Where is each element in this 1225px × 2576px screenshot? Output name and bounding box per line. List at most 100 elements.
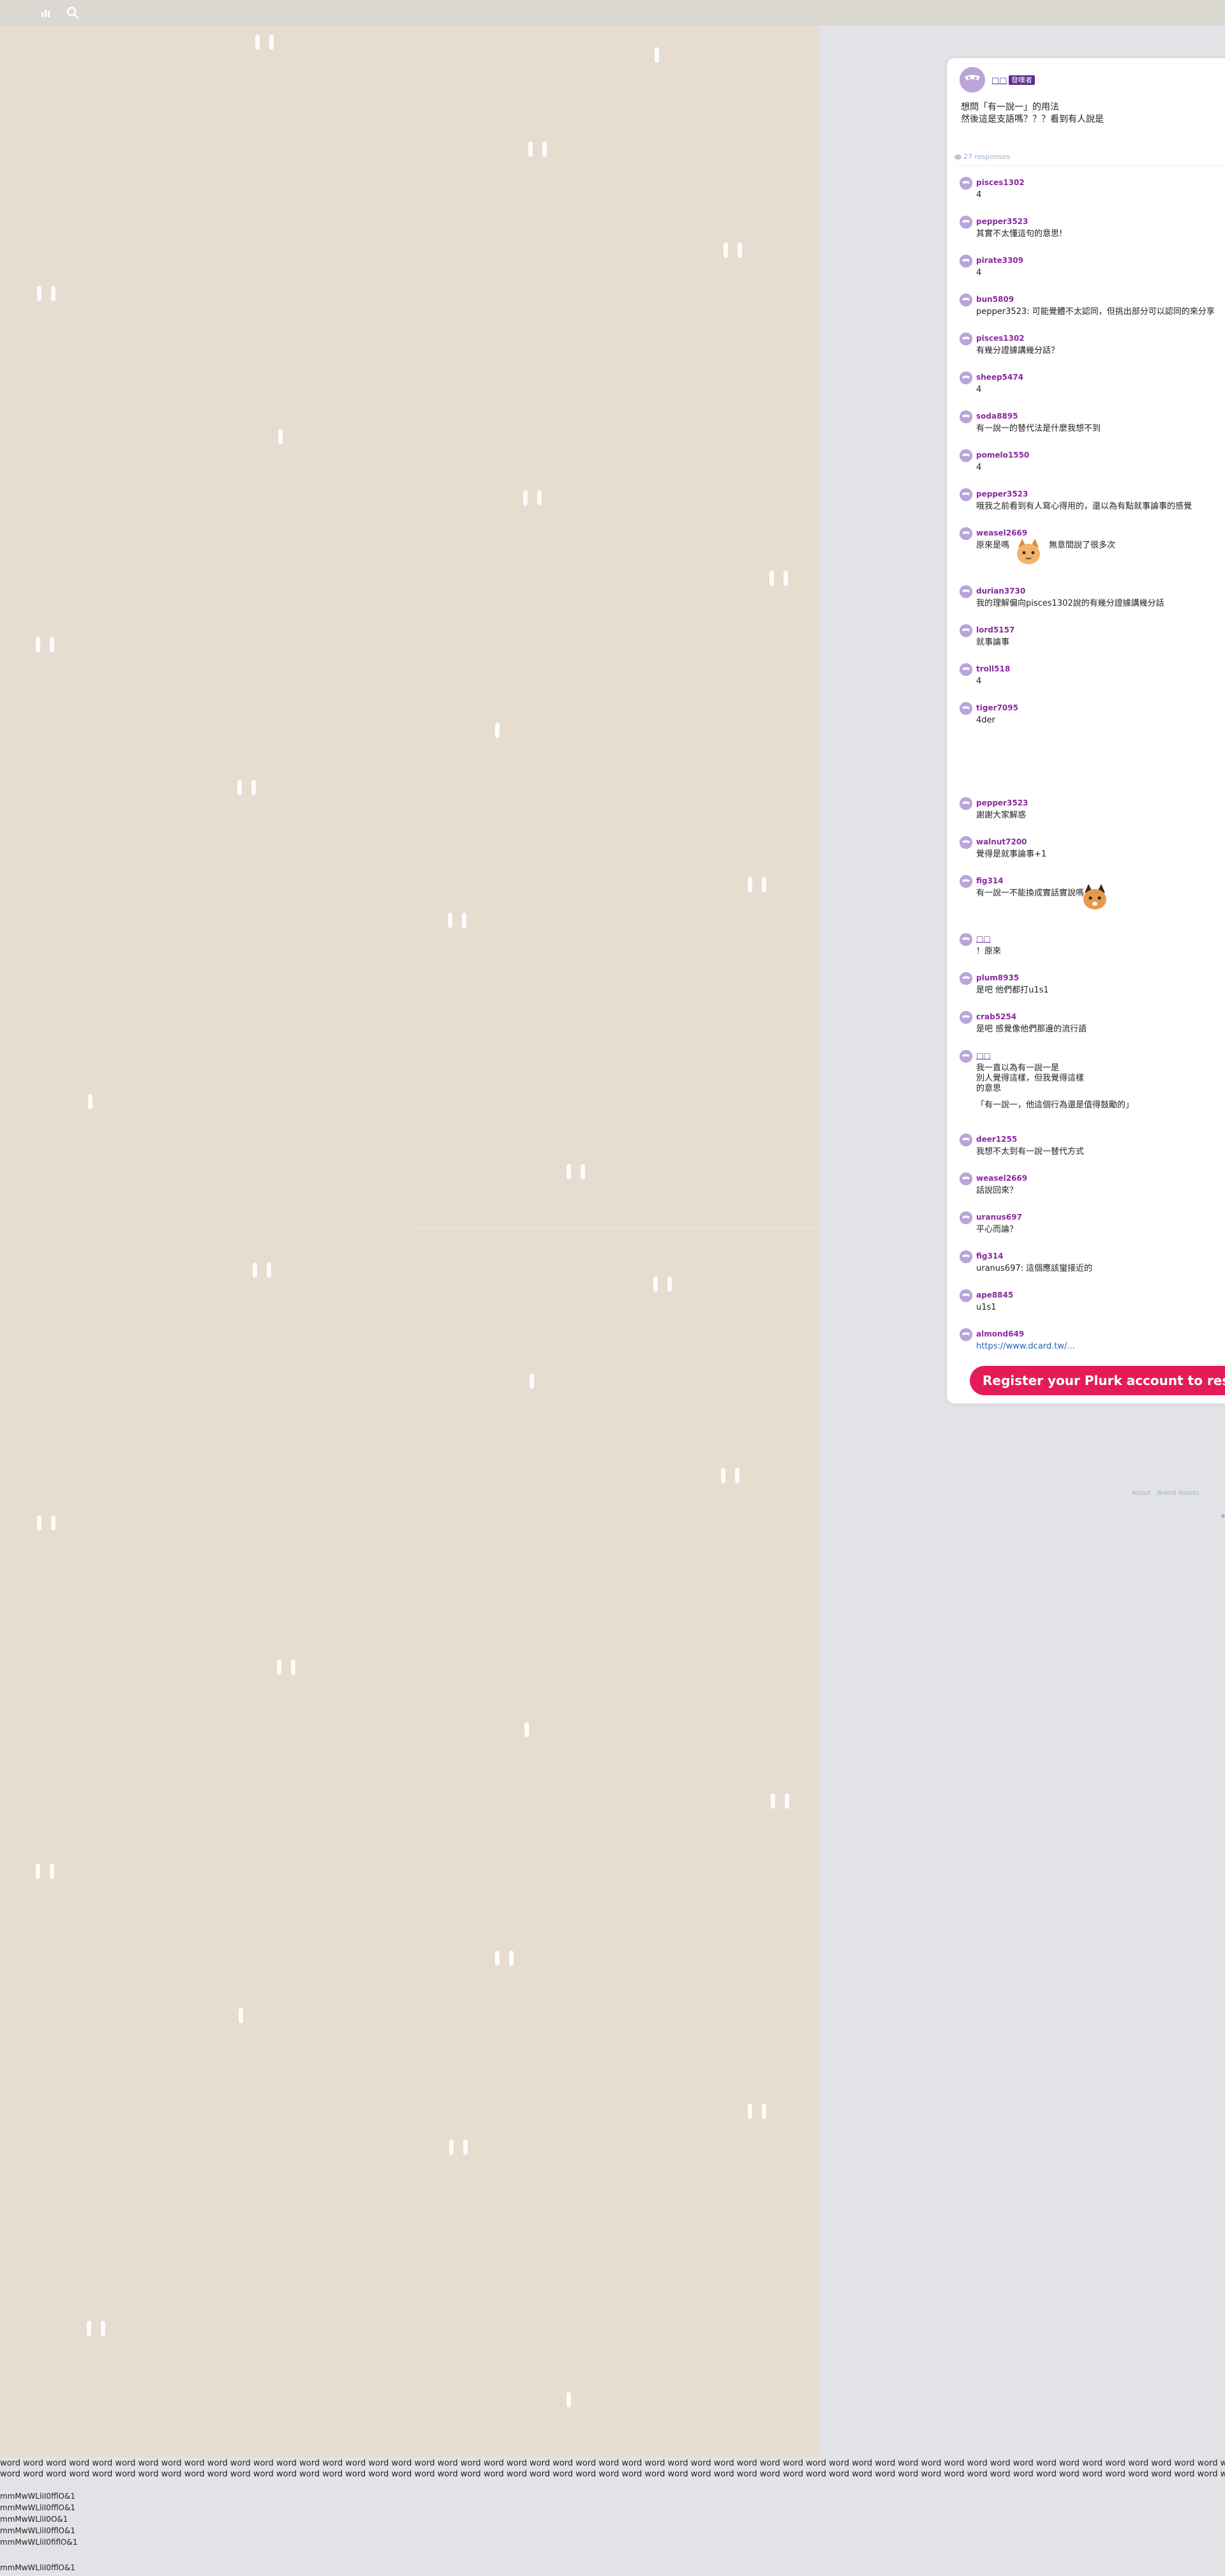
footer-links: About Brand Assets: [1132, 1490, 1205, 1497]
user-avatar[interactable]: [960, 410, 972, 423]
response-username[interactable]: troll518: [976, 664, 1010, 673]
response-username[interactable]: deer1255: [976, 1135, 1017, 1144]
response-text: 4: [976, 268, 982, 278]
user-avatar[interactable]: [960, 527, 972, 540]
footer-link-brand-assets[interactable]: Brand Assets: [1157, 1490, 1199, 1497]
owner-avatar[interactable]: [960, 67, 985, 93]
response-username[interactable]: □□: [976, 934, 991, 943]
response-text: 我的理解偏向pisces1302說的有幾分證據講幾分話: [976, 599, 1164, 608]
response-username[interactable]: bun5809: [976, 295, 1014, 304]
response-text: 我想不太到有一說一替代方式: [976, 1147, 1085, 1157]
response-username[interactable]: pisces1302: [976, 334, 1025, 343]
user-avatar[interactable]: [960, 1250, 972, 1263]
divider: [954, 165, 1225, 166]
user-avatar[interactable]: [960, 1328, 972, 1341]
word-row: word word word word word word word word …: [0, 2459, 1225, 2468]
user-avatar[interactable]: [960, 1172, 972, 1185]
user-avatar[interactable]: [960, 449, 972, 462]
response-text: 的意思: [976, 1084, 1002, 1093]
response-username[interactable]: lord5157: [976, 625, 1014, 634]
user-avatar[interactable]: [960, 702, 972, 715]
user-avatar[interactable]: [960, 1050, 972, 1063]
register-button[interactable]: Register your Plurk account to respond: [970, 1366, 1225, 1395]
user-avatar[interactable]: [960, 333, 972, 345]
response-username[interactable]: pepper3523: [976, 798, 1028, 807]
response-username[interactable]: pomelo1550: [976, 451, 1029, 460]
chart-icon[interactable]: [38, 5, 54, 20]
user-avatar[interactable]: [960, 294, 972, 306]
response-username[interactable]: □□: [976, 1051, 991, 1060]
response-text: 話說回來？: [976, 1186, 1018, 1195]
user-avatar[interactable]: [960, 1211, 972, 1224]
user-avatar[interactable]: [960, 177, 972, 190]
user-avatar[interactable]: [960, 836, 972, 849]
search-icon[interactable]: [65, 5, 80, 20]
response-username[interactable]: pepper3523: [976, 217, 1028, 226]
response-username[interactable]: fig314: [976, 876, 1004, 885]
user-avatar[interactable]: [960, 1011, 972, 1024]
top-bar: [0, 0, 1225, 26]
plurk-content-line: 然後這是支語嗎？？？看到有人說是: [961, 114, 1104, 124]
response-text: 4: [976, 463, 982, 472]
eye-icon: [954, 154, 961, 160]
response-username[interactable]: uranus697: [976, 1213, 1022, 1222]
cat-emoticon: [1078, 880, 1111, 913]
response-text: 有幾分證據講幾分話？: [976, 346, 1060, 356]
font-sample-line: mmMwWLliI0fflO&1: [0, 2526, 75, 2535]
response-text: 謝謝大家解惑: [976, 811, 1027, 820]
user-avatar[interactable]: [960, 255, 972, 267]
font-sample-line: mmMwWLliI0fflO&1: [0, 2563, 75, 2572]
user-avatar[interactable]: [960, 1289, 972, 1302]
response-text: 就事論事: [976, 638, 1010, 647]
user-avatar[interactable]: [960, 216, 972, 228]
response-text: 哦我之前看到有人寫心得用的，還以為有點就事論事的感覺: [976, 502, 1192, 511]
user-avatar[interactable]: [960, 624, 972, 637]
response-username[interactable]: soda8895: [976, 412, 1018, 421]
divider: [415, 1228, 817, 1229]
response-username[interactable]: pepper3523: [976, 490, 1028, 498]
response-text: 原來是嗎: [976, 541, 1010, 550]
response-text: uranus697: 這個應該蠻接近的: [976, 1264, 1093, 1273]
response-username[interactable]: tiger7095: [976, 703, 1018, 712]
font-sample-line: mmMwWLliI0fflO&1: [0, 2503, 75, 2512]
response-username[interactable]: walnut7200: [976, 837, 1027, 846]
response-username[interactable]: plum8935: [976, 973, 1019, 982]
user-avatar[interactable]: [960, 797, 972, 810]
response-username[interactable]: fig314: [976, 1252, 1004, 1261]
owner-name[interactable]: □□: [991, 76, 1007, 86]
response-text: 覺得是就事論事+1: [976, 850, 1047, 859]
font-sample-line: mmMwWLliI0fflO&1: [0, 2492, 75, 2501]
response-text: 我一直以為有一說一是: [976, 1063, 1060, 1073]
plurk-content: 想問「有一說一」的用法 然後這是支語嗎？？？看到有人說是: [961, 101, 1104, 126]
response-text: 4: [976, 385, 982, 394]
response-count: 27 responses: [954, 153, 1010, 161]
response-text: 別人覺得這樣，但我覺得這樣: [976, 1074, 1085, 1083]
user-avatar[interactable]: [960, 1134, 972, 1146]
owner-badge: 發噗者: [1009, 75, 1035, 85]
user-avatar[interactable]: [960, 585, 972, 598]
response-text: 4: [976, 677, 982, 686]
response-text: 其實不太懂這句的意思!: [976, 229, 1063, 239]
response-username[interactable]: weasel2669: [976, 1174, 1027, 1183]
user-avatar[interactable]: [960, 933, 972, 946]
plurk-panel: □□ 發噗者 想問「有一說一」的用法 然後這是支語嗎？？？看到有人說是 27 r…: [947, 58, 1225, 1404]
response-link[interactable]: https://www.dcard.tw/...: [976, 1342, 1075, 1352]
user-avatar[interactable]: [960, 663, 972, 676]
font-sample-line: mmMwWLliI0O&1: [0, 2515, 68, 2524]
response-text: 「有一說一，他這個行為還是值得鼓勵的」: [976, 1100, 1134, 1110]
footer-link-about[interactable]: About: [1132, 1490, 1151, 1497]
user-avatar[interactable]: [960, 972, 972, 985]
response-username[interactable]: durian3730: [976, 587, 1025, 595]
user-avatar[interactable]: [960, 488, 972, 501]
response-username[interactable]: crab5254: [976, 1012, 1016, 1021]
response-username[interactable]: sheep5474: [976, 373, 1023, 382]
footer-dot: [1221, 1514, 1225, 1518]
user-avatar[interactable]: [960, 875, 972, 888]
user-avatar[interactable]: [960, 371, 972, 384]
response-text: 有一說一不能換成實話實說嗎: [976, 888, 1085, 898]
response-username[interactable]: almond649: [976, 1329, 1024, 1338]
response-username[interactable]: ape8845: [976, 1291, 1013, 1299]
cat-emoticon: [1012, 535, 1045, 568]
response-username[interactable]: pirate3309: [976, 256, 1023, 265]
response-username[interactable]: pisces1302: [976, 178, 1025, 187]
